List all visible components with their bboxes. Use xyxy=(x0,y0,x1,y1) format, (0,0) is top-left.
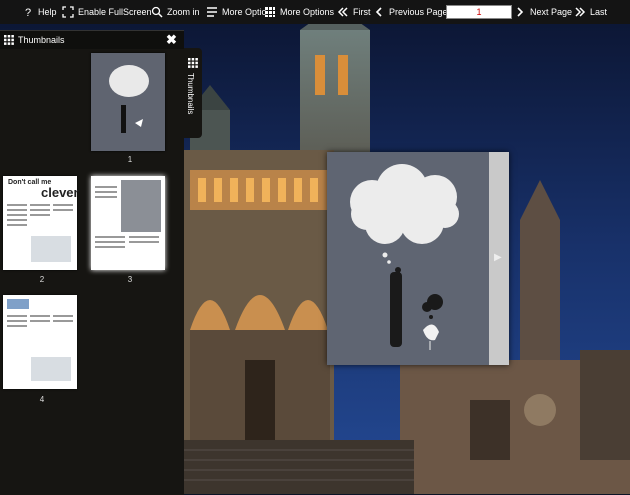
thumbnail-page-1[interactable] xyxy=(91,53,165,151)
menu-icon xyxy=(207,7,217,17)
grid-icon xyxy=(4,35,14,45)
previous-page-button[interactable]: Previous Page xyxy=(373,0,448,24)
thumbnail-page-4[interactable] xyxy=(3,295,77,389)
thumbnail-number: 1 xyxy=(127,155,133,164)
previous-icon xyxy=(375,7,382,17)
zoom-icon xyxy=(151,6,163,18)
next-icon xyxy=(517,7,524,17)
grid-icon xyxy=(265,7,275,17)
page-number-input[interactable] xyxy=(446,5,512,19)
fullscreen-label: Enable FullScreen xyxy=(78,7,152,17)
side-tab-label: Thumbnails xyxy=(186,73,195,115)
first-label: First xyxy=(353,7,371,17)
thumbnail-page-3[interactable] xyxy=(91,176,165,270)
thumbnail-3-image xyxy=(95,180,161,248)
book-page[interactable] xyxy=(327,152,509,365)
more-options-label-2: More Options xyxy=(280,7,335,17)
last-icon xyxy=(575,7,586,17)
thumbnails-panel: Thumbnails ✖ 1 Don't call me clever 2 3 xyxy=(0,30,184,495)
book-page-illustration xyxy=(350,164,459,350)
thumbnails-panel-header: Thumbnails ✖ xyxy=(0,31,184,49)
thumbnail-page-2[interactable]: Don't call me clever xyxy=(3,176,79,270)
panel-title: Thumbnails xyxy=(18,35,65,45)
thumbnail-1-image xyxy=(109,65,149,133)
help-label: Help xyxy=(38,7,57,17)
thumbnail-number: 3 xyxy=(127,275,133,284)
last-label: Last xyxy=(590,7,608,17)
zoom-in-button[interactable]: Zoom in xyxy=(151,0,200,24)
more-options-button-1[interactable]: More Optio xyxy=(206,0,267,24)
help-icon: ? xyxy=(25,7,31,18)
previous-label: Previous Page xyxy=(389,7,448,17)
grid-icon xyxy=(188,58,198,68)
zoom-label: Zoom in xyxy=(167,7,200,17)
svg-text:?: ? xyxy=(25,7,31,18)
thumbnail-4-image xyxy=(7,299,73,381)
thumbnail-number: 4 xyxy=(39,395,45,404)
first-page-button[interactable]: First xyxy=(337,0,371,24)
toolbar: ? Help Enable FullScreen Zoom in More Op… xyxy=(0,0,630,24)
more-options-label-1: More Optio xyxy=(222,7,267,17)
thumbnail-2-heading-large: clever xyxy=(41,185,79,200)
next-page-arrow-icon[interactable]: ▶ xyxy=(494,252,502,263)
next-label: Next Page xyxy=(530,7,573,17)
first-icon xyxy=(337,7,348,17)
last-page-button[interactable]: Last xyxy=(574,0,607,24)
next-page-button[interactable]: Next Page xyxy=(514,0,572,24)
fullscreen-icon xyxy=(62,6,74,18)
help-button[interactable]: ? Help xyxy=(22,0,57,24)
close-icon[interactable]: ✖ xyxy=(166,32,177,48)
fullscreen-button[interactable]: Enable FullScreen xyxy=(62,0,152,24)
more-options-button-2[interactable]: More Options xyxy=(264,0,334,24)
thumbnail-number: 2 xyxy=(39,275,45,284)
